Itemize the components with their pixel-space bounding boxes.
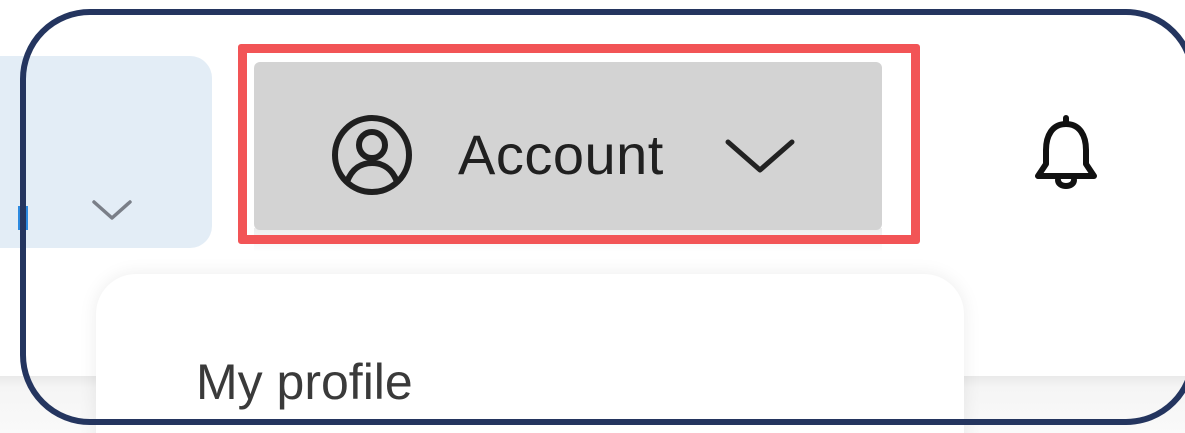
page: Account My profile <box>0 0 1185 433</box>
account-dropdown-menu: My profile <box>96 274 964 433</box>
bell-icon[interactable] <box>1026 114 1106 194</box>
chevron-down-icon <box>92 200 132 220</box>
selection-accent <box>18 206 28 230</box>
account-button-shadow <box>254 228 882 252</box>
account-label: Account <box>458 123 664 186</box>
previous-dropdown-button[interactable] <box>0 56 212 248</box>
menu-item-my-profile[interactable]: My profile <box>196 354 413 410</box>
user-circle-icon <box>332 115 412 195</box>
chevron-down-icon <box>725 139 795 173</box>
